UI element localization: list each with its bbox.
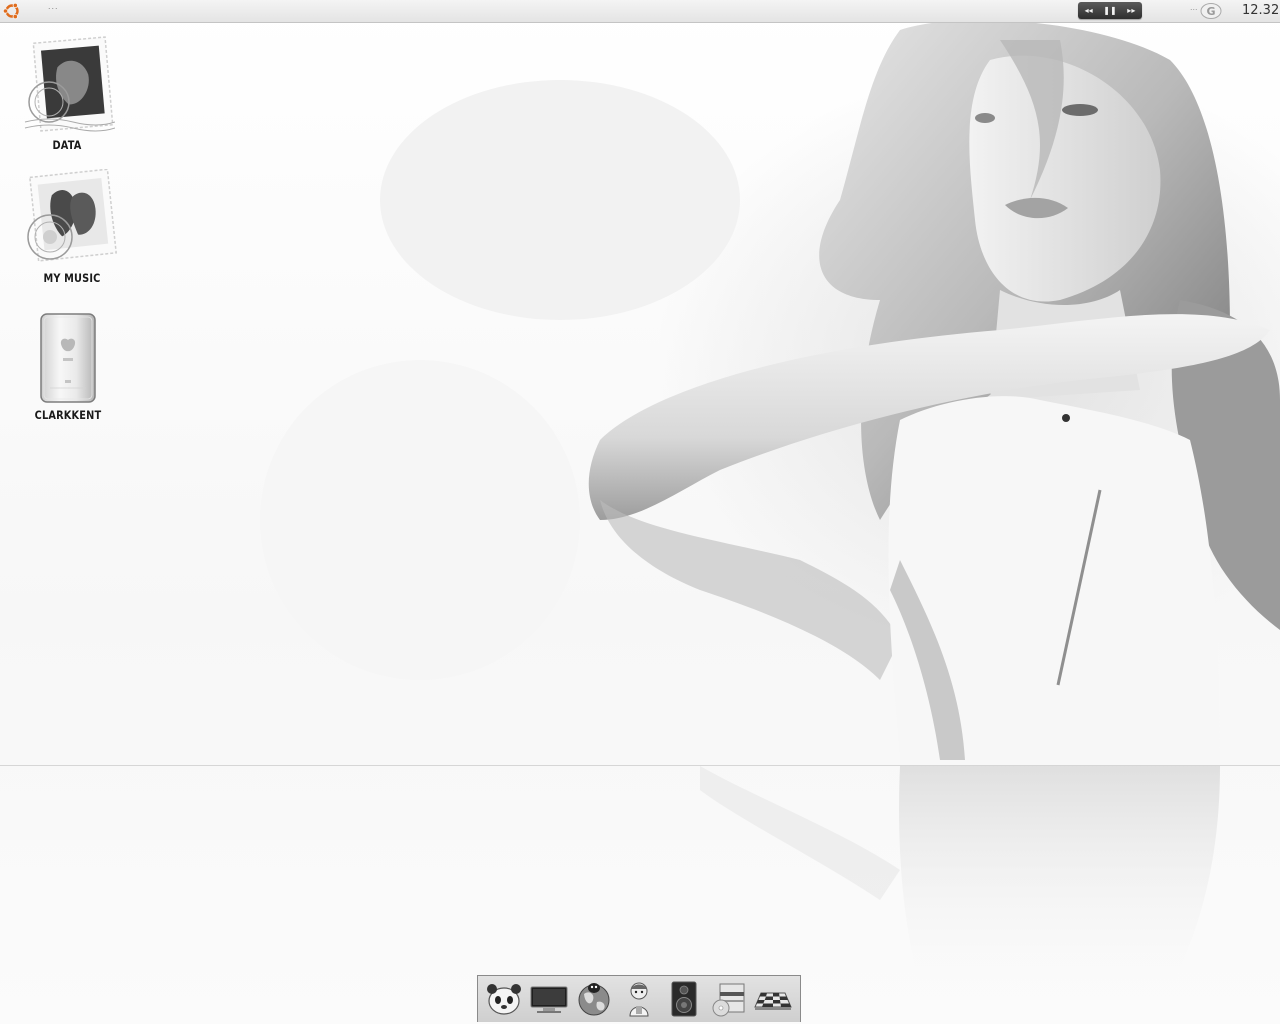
desktop-icon-label: DATA	[52, 138, 82, 152]
monitor-icon	[530, 986, 568, 1013]
dock-item-monitor[interactable]	[529, 979, 569, 1019]
top-panel: ... ◂◂ ❚❚ ▸▸ ... G 12.32	[0, 0, 1280, 23]
ubuntu-logo-icon[interactable]	[2, 1, 22, 21]
menu-handle[interactable]: ...	[48, 1, 59, 11]
dock-item-panda[interactable]	[484, 979, 524, 1019]
cartoon-character-icon	[629, 982, 649, 1017]
desktop-icon-label: CLARKKENT	[34, 408, 102, 422]
pause-button[interactable]: ❚❚	[1101, 2, 1119, 19]
google-gadget-icon[interactable]: G	[1198, 2, 1222, 20]
previous-track-button[interactable]: ◂◂	[1080, 2, 1098, 19]
dock-item-chess[interactable]	[753, 979, 793, 1019]
cd-package-icon	[712, 983, 745, 1017]
desktop-icon-clarkkent[interactable]: CLARKKENT	[18, 310, 118, 422]
wallpaper-woman-image	[260, 20, 1280, 1024]
media-controls: ◂◂ ❚❚ ▸▸	[1078, 2, 1142, 19]
dock-bar	[477, 975, 801, 1022]
svg-text:G: G	[1207, 5, 1216, 18]
ipod-device-icon	[40, 313, 96, 403]
horizon-line	[0, 765, 1280, 766]
dock-item-speaker[interactable]	[664, 979, 704, 1019]
dock-item-penguin-globe[interactable]	[574, 979, 614, 1019]
clock[interactable]: 12.32	[1242, 3, 1279, 18]
dock-item-character[interactable]	[619, 979, 659, 1019]
desktop-icon-data[interactable]: DATA	[17, 36, 117, 152]
postage-stamp-drive-icon	[24, 36, 115, 132]
wallpaper	[0, 0, 1280, 1024]
chessboard-icon	[754, 992, 793, 1010]
panda-face-icon	[487, 984, 522, 1015]
desktop-icon-label: MY MUSIC	[43, 271, 101, 285]
tray-handle[interactable]: ...	[1190, 2, 1198, 12]
postage-stamp-folder-icon	[27, 169, 118, 262]
next-track-button[interactable]: ▸▸	[1122, 2, 1140, 19]
dock-item-cd-package[interactable]	[709, 979, 749, 1019]
penguin-globe-icon	[578, 983, 610, 1016]
desktop-icon-my-music[interactable]: MY MUSIC	[22, 169, 122, 285]
speaker-icon	[671, 981, 697, 1017]
